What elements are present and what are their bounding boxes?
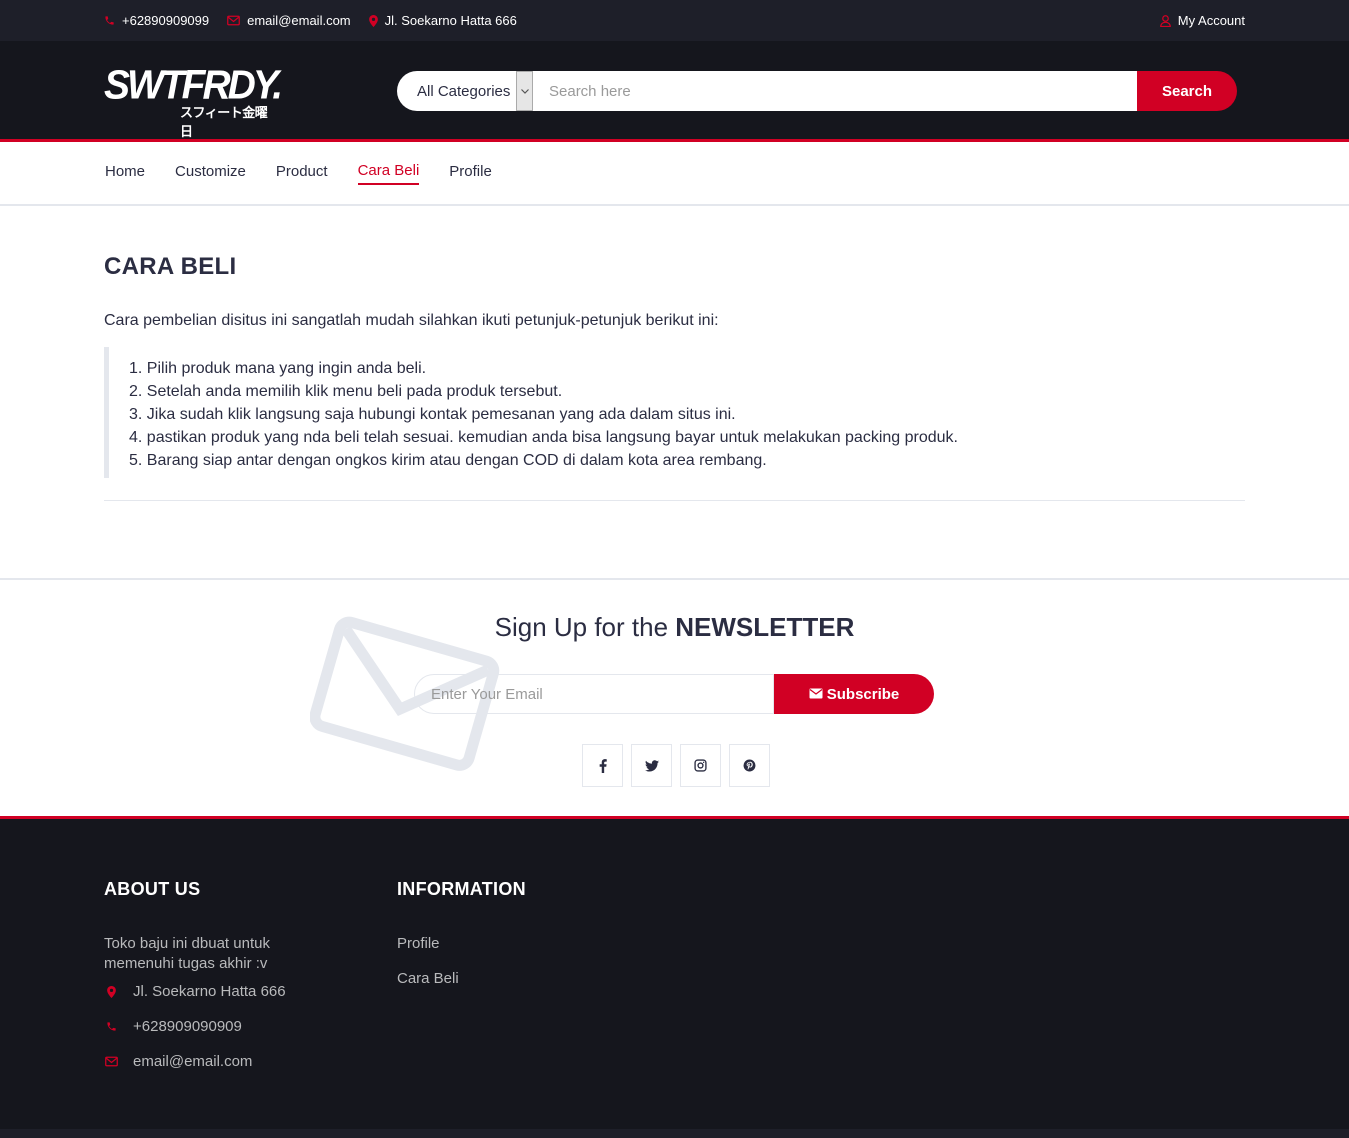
footer-address-text: Jl. Soekarno Hatta 666 [133,983,286,1000]
logo-subtitle: スフィート金曜日 [180,105,268,139]
newsletter-email-input[interactable] [414,674,774,714]
user-icon [1159,14,1171,27]
newsletter-title-prefix: Sign Up for the [494,612,676,642]
search-bar: All Categories Search [397,71,1237,111]
my-account-text: My Account [1177,13,1245,28]
search-input[interactable] [533,71,1137,111]
footer-link-profile[interactable]: Profile [397,934,526,969]
main-content: CARA BELI Cara pembelian disitus ini san… [0,253,1349,501]
main-header: SWTFRDY. スフィート金曜日 All Categories Search [0,41,1349,142]
chevron-down-icon[interactable] [516,71,533,111]
bottom-footer-bar [0,1129,1349,1138]
top-bar: +62890909099 email@email.com Jl. Soekarn… [0,0,1349,41]
phone-icon [104,15,115,26]
my-account-link[interactable]: My Account [1159,13,1245,28]
main-nav: Home Customize Product Cara Beli Profile [0,142,1349,206]
category-select-value: All Categories [417,82,511,100]
search-button[interactable]: Search [1137,71,1237,111]
footer-information: INFORMATION Profile Cara Beli [397,879,526,1004]
footer-phone[interactable]: +628909090909 [104,1009,314,1044]
newsletter-form: Subscribe [414,674,934,714]
newsletter-section: Sign Up for the NEWSLETTER Subscribe [0,578,1349,819]
footer: ABOUT US Toko baju ini dbuat untuk memen… [0,819,1349,1129]
category-select[interactable]: All Categories [397,71,533,111]
subscribe-label: Subscribe [826,685,900,703]
footer-about: ABOUT US Toko baju ini dbuat untuk memen… [104,879,314,1079]
envelope-icon [104,1056,119,1067]
steps-blockquote: 1. Pilih produk mana yang ingin anda bel… [104,347,1245,478]
site-logo[interactable]: SWTFRDY. スフィート金曜日 [104,62,283,139]
newsletter-title-bold: NEWSLETTER [675,612,855,642]
logo-wordmark: SWTFRDY. [104,62,283,109]
intro-text: Cara pembelian disitus ini sangatlah mud… [104,312,719,329]
pinterest-icon[interactable] [729,744,770,787]
footer-info-links: Profile Cara Beli [397,934,526,1004]
nav-product[interactable]: Product [276,163,328,184]
map-marker-icon [104,985,119,998]
step-item: 4. pastikan produk yang nda beli telah s… [129,429,958,446]
footer-email[interactable]: email@email.com [104,1044,314,1079]
footer-address[interactable]: Jl. Soekarno Hatta 666 [104,974,314,1009]
nav-profile[interactable]: Profile [449,163,492,184]
twitter-icon[interactable] [631,744,672,787]
social-links [582,744,770,787]
top-email[interactable]: email@email.com [227,13,351,28]
footer-info-title: INFORMATION [397,879,526,899]
footer-phone-text: +628909090909 [133,1018,242,1035]
footer-email-text: email@email.com [133,1053,253,1070]
step-item: 1. Pilih produk mana yang ingin anda bel… [129,360,427,377]
facebook-icon[interactable] [582,744,623,787]
step-item: 2. Setelah anda memilih klik menu beli p… [129,383,563,400]
contact-info: +62890909099 email@email.com Jl. Soekarn… [104,13,517,28]
envelope-icon [809,686,823,703]
envelope-icon [227,15,240,26]
nav-cara-beli[interactable]: Cara Beli [357,162,420,185]
footer-link-cara-beli[interactable]: Cara Beli [397,969,526,1004]
phone-icon [104,1021,119,1032]
map-marker-icon [368,14,378,27]
nav-customize[interactable]: Customize [175,163,246,184]
top-address-text: Jl. Soekarno Hatta 666 [384,13,517,28]
top-email-text: email@email.com [247,13,351,28]
footer-about-title: ABOUT US [104,879,201,899]
step-item: 5. Barang siap antar dengan ongkos kirim… [129,452,767,469]
step-item: 3. Jika sudah klik langsung saja hubungi… [129,406,736,423]
footer-about-text: Toko baju ini dbuat untuk memenuhi tugas… [104,935,270,972]
top-phone[interactable]: +62890909099 [104,13,209,28]
top-address[interactable]: Jl. Soekarno Hatta 666 [368,13,517,28]
page-title: CARA BELI [104,253,237,280]
instagram-icon[interactable] [680,744,721,787]
content-divider [104,500,1245,501]
newsletter-title: Sign Up for the NEWSLETTER [0,612,1349,643]
subscribe-button[interactable]: Subscribe [774,674,934,714]
nav-home[interactable]: Home [105,163,145,184]
top-phone-text: +62890909099 [122,13,210,28]
